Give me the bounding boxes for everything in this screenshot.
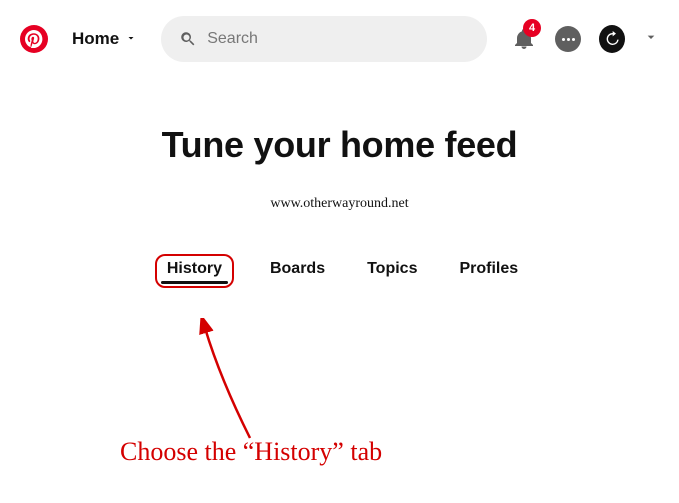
tab-bar: History Boards Topics Profiles bbox=[0, 254, 679, 288]
history-icon-button[interactable] bbox=[599, 26, 625, 52]
notifications-button[interactable]: 4 bbox=[511, 26, 537, 52]
search-input[interactable] bbox=[207, 30, 469, 48]
tab-history[interactable]: History bbox=[155, 254, 234, 288]
tab-boards[interactable]: Boards bbox=[264, 254, 331, 288]
annotation-text: Choose the “History” tab bbox=[120, 437, 382, 467]
chevron-down-icon bbox=[125, 31, 137, 47]
home-button[interactable]: Home bbox=[72, 29, 137, 49]
pinterest-logo[interactable] bbox=[20, 25, 48, 53]
account-menu-chevron-icon[interactable] bbox=[643, 29, 659, 50]
notification-badge: 4 bbox=[523, 19, 541, 37]
chat-icon bbox=[555, 26, 581, 52]
top-nav: Home 4 bbox=[0, 0, 679, 72]
search-icon bbox=[179, 30, 197, 48]
header-actions: 4 bbox=[511, 26, 659, 52]
history-icon bbox=[599, 25, 625, 53]
watermark: www.otherwayround.net bbox=[0, 196, 679, 212]
annotation-arrow-icon bbox=[180, 318, 300, 458]
messages-button[interactable] bbox=[555, 26, 581, 52]
home-label: Home bbox=[72, 29, 119, 49]
tab-topics[interactable]: Topics bbox=[361, 254, 423, 288]
tab-profiles[interactable]: Profiles bbox=[453, 254, 524, 288]
page-title: Tune your home feed bbox=[0, 124, 679, 166]
search-bar[interactable] bbox=[161, 16, 487, 62]
